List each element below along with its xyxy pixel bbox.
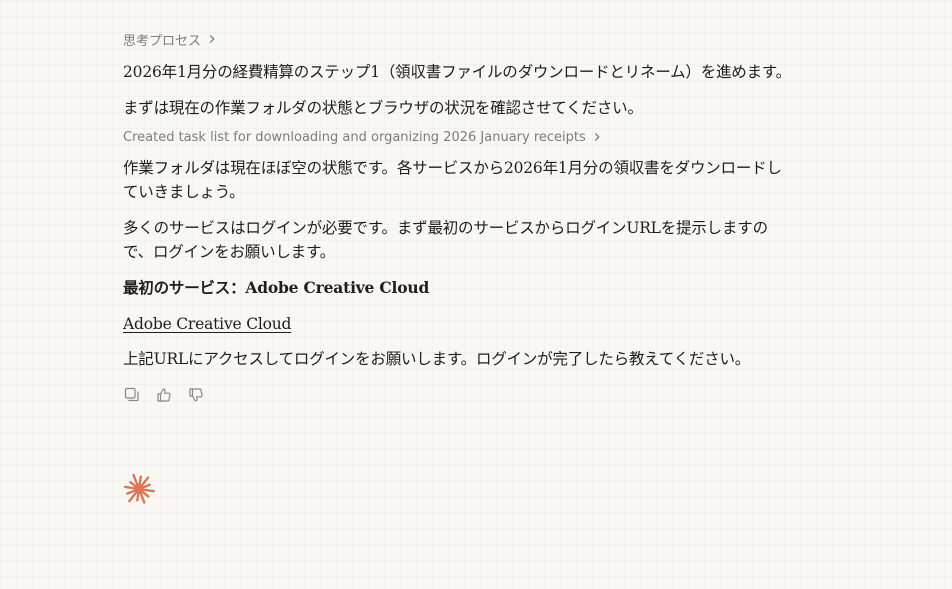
- chevron-right-icon: [207, 34, 217, 44]
- message-paragraph-intro: 2026年1月分の経費精算のステップ1（領収書ファイルのダウンロードとリネーム）…: [123, 63, 791, 81]
- task-summary-toggle[interactable]: Created task list for downloading and or…: [123, 126, 795, 148]
- assistant-message: 思考プロセス 2026年1月分の経費精算のステップ1（領収書ファイルのダウンロー…: [123, 28, 795, 406]
- thumbs-up-icon: [156, 387, 172, 407]
- thinking-process-label: 思考プロセス: [123, 33, 202, 49]
- message-first-service-heading: 最初のサービス：Adobe Creative Cloud: [123, 278, 430, 297]
- thumbs-down-icon: [188, 387, 204, 407]
- adobe-creative-cloud-link[interactable]: Adobe Creative Cloud: [123, 315, 291, 333]
- message-paragraph-login-needed: 多くのサービスはログインが必要です。まず最初のサービスからログインURLを提示し…: [123, 219, 768, 261]
- message-paragraph-check: まずは現在の作業フォルダの状態とブラウザの状況を確認させてください。: [123, 99, 643, 117]
- copy-icon: [124, 387, 140, 407]
- thumbs-up-button[interactable]: [155, 388, 173, 406]
- message-paragraph-login-request: 上記URLにアクセスしてログインをお願いします。ログインが完了したら教えてくださ…: [123, 350, 751, 368]
- thinking-process-toggle[interactable]: 思考プロセス: [123, 28, 795, 50]
- task-summary-label: Created task list for downloading and or…: [123, 129, 586, 145]
- chevron-right-icon: [592, 132, 602, 142]
- message-actions: [123, 387, 795, 407]
- message-link-paragraph: Adobe Creative Cloud: [123, 312, 795, 336]
- message-paragraph-folder-status: 作業フォルダは現在ほぼ空の状態です。各サービスから2026年1月分の領収書をダウ…: [123, 159, 782, 201]
- claude-spark-icon: [122, 472, 156, 506]
- copy-button[interactable]: [123, 387, 141, 407]
- thumbs-down-button[interactable]: [187, 388, 205, 406]
